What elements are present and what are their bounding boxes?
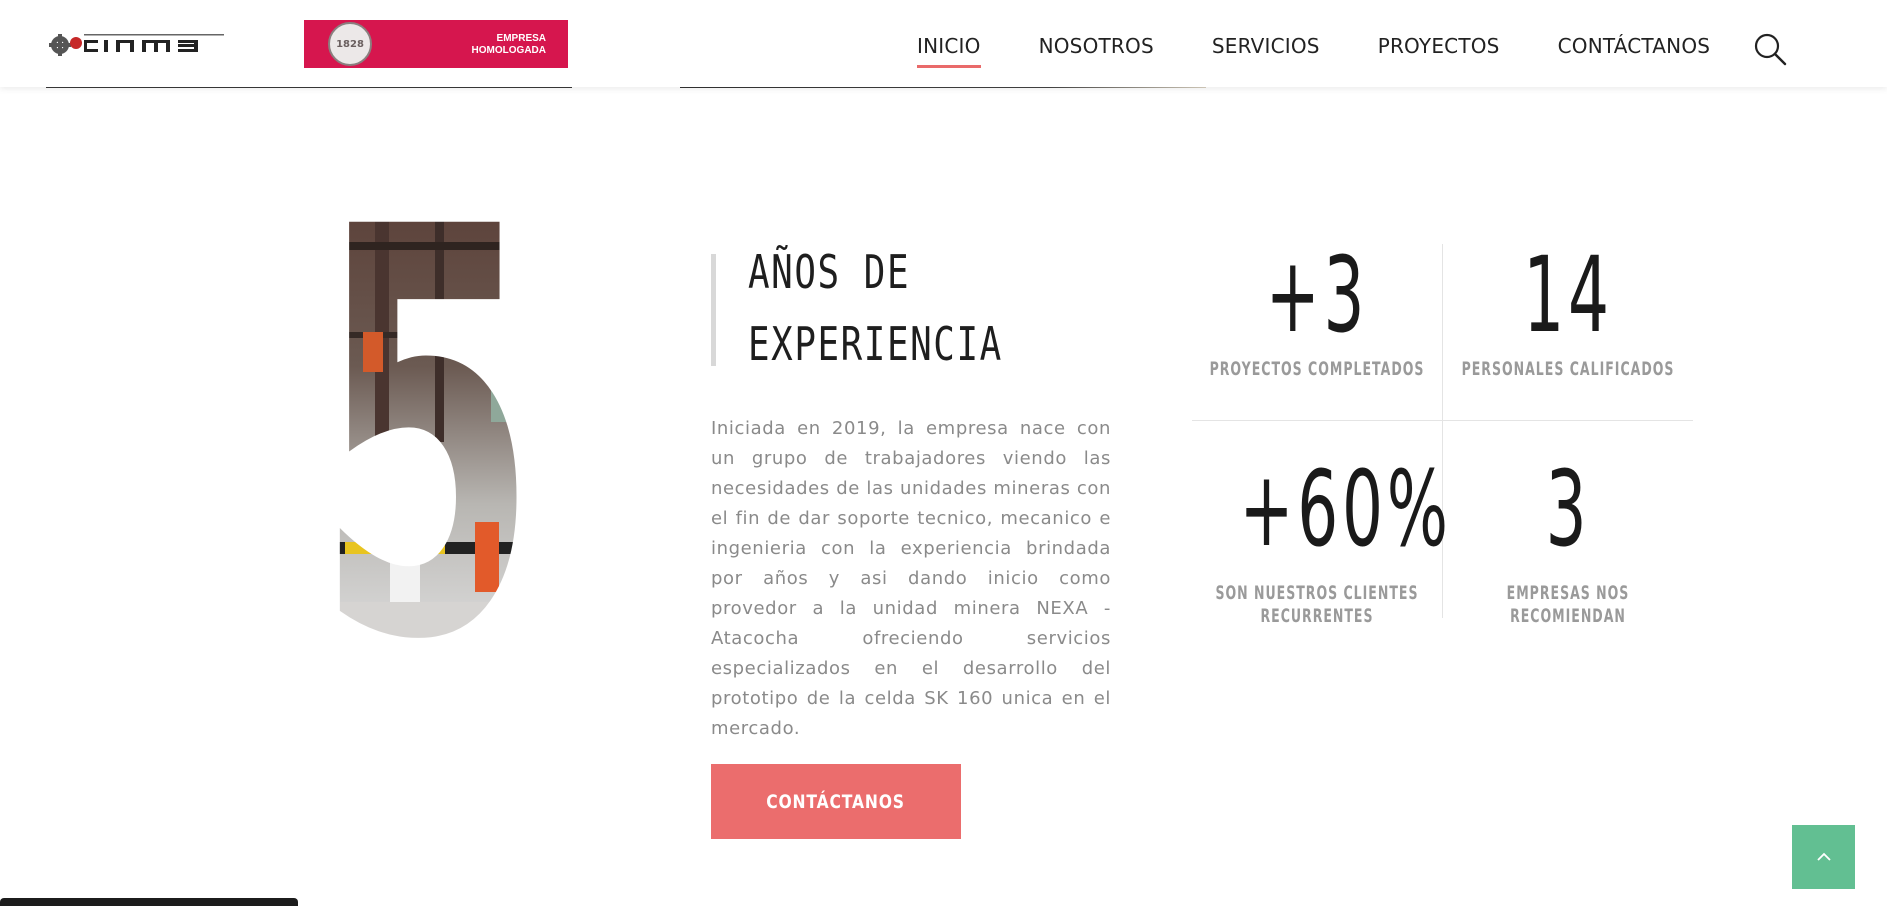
stat-recurring-clients: +60% SON NUESTROS CLIENTES RECURRENTES xyxy=(1192,448,1452,628)
stat-projects-label: PROYECTOS COMPLETADOS xyxy=(1209,358,1425,380)
site-header: 1828 EMPRESA HOMOLOGADA INICIO NOSOTROS … xyxy=(0,0,1887,87)
main-nav: INICIO NOSOTROS SERVICIOS PROYECTOS CONT… xyxy=(917,34,1710,68)
stats-divider-horizontal xyxy=(1192,420,1693,421)
bureau-veritas-seal: 1828 xyxy=(328,22,372,66)
stat-recommendations-label: EMPRESAS NOS RECOMIENDAN xyxy=(1506,582,1630,627)
bureau-veritas-seal-year: 1828 xyxy=(336,38,364,50)
bv-caption-line2: HOMOLOGADA xyxy=(471,45,546,56)
nav-item-proyectos[interactable]: PROYECTOS xyxy=(1378,34,1500,68)
stat-recurring-clients-label: SON NUESTROS CLIENTES RECURRENTES xyxy=(1215,582,1419,627)
stat-recommendations-value: 3 xyxy=(1545,448,1591,570)
bottom-left-tab[interactable] xyxy=(0,898,298,906)
experience-title-line1: AÑOS DE xyxy=(748,245,911,299)
title-accent-bar xyxy=(711,254,716,366)
bureau-veritas-logo[interactable]: 1828 EMPRESA HOMOLOGADA xyxy=(304,20,568,68)
nav-item-inicio[interactable]: INICIO xyxy=(917,34,981,68)
contact-button[interactable]: CONTÁCTANOS xyxy=(711,764,961,839)
nav-item-servicios[interactable]: SERVICIOS xyxy=(1212,34,1320,68)
stat-projects-value: +3 xyxy=(1265,234,1369,356)
contact-button-label: CONTÁCTANOS xyxy=(766,790,906,813)
back-to-top-button[interactable] xyxy=(1792,825,1855,889)
cinma-logo[interactable] xyxy=(46,26,266,64)
experience-description: Iniciada en 2019, la empresa nace con un… xyxy=(711,418,1111,739)
cinma-logo-graphic xyxy=(49,34,224,56)
stats-grid: +3 PROYECTOS COMPLETADOS 14 PERSONALES C… xyxy=(1192,240,1693,627)
nav-item-nosotros[interactable]: NOSOTROS xyxy=(1039,34,1154,68)
stat-recommendations: 3 EMPRESAS NOS RECOMIENDAN xyxy=(1443,454,1693,628)
stat-staff: 14 PERSONALES CALIFICADOS xyxy=(1443,240,1693,381)
stat-recurring-clients-value: +60% xyxy=(1239,448,1452,570)
years-big-number: 5 xyxy=(315,182,555,642)
chevron-up-icon xyxy=(1816,852,1831,861)
nav-item-contactanos[interactable]: CONTÁCTANOS xyxy=(1558,34,1711,68)
stat-staff-label: PERSONALES CALIFICADOS xyxy=(1461,358,1675,380)
stat-staff-value: 14 xyxy=(1523,234,1613,356)
search-icon[interactable] xyxy=(1753,32,1787,66)
stat-projects: +3 PROYECTOS COMPLETADOS xyxy=(1192,240,1442,381)
experience-title: AÑOS DE EXPERIENCIA xyxy=(748,236,1076,380)
bv-caption-line1: EMPRESA xyxy=(496,33,546,44)
bureau-veritas-caption: EMPRESA HOMOLOGADA xyxy=(472,33,546,57)
experience-title-line2: EXPERIENCIA xyxy=(748,317,1003,371)
